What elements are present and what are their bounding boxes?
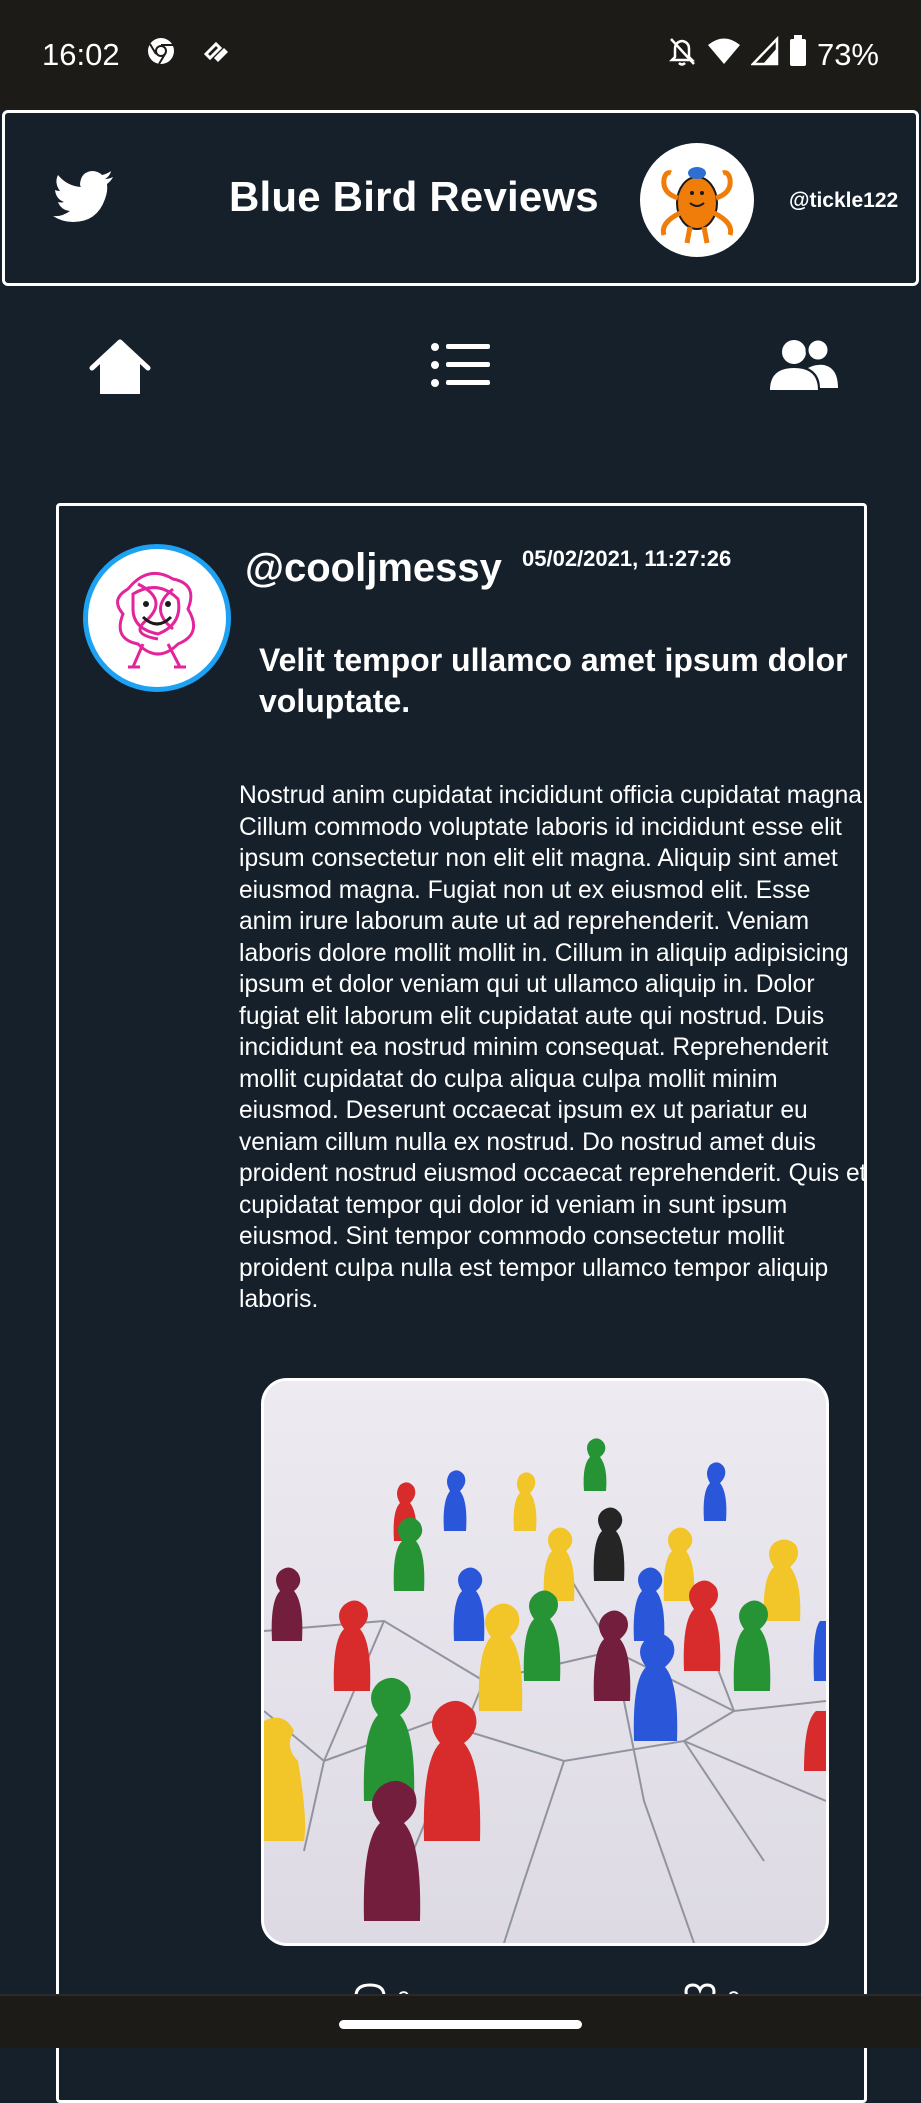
- system-navigation-bar: [0, 1994, 921, 2048]
- notifications-off-icon: [667, 35, 697, 75]
- post-timestamp: 05/02/2021, 11:27:26: [522, 546, 732, 571]
- battery-percent: 73%: [816, 37, 879, 72]
- list-icon[interactable]: [430, 342, 492, 393]
- post-author[interactable]: @cooljmessy: [245, 546, 502, 591]
- author-avatar[interactable]: [83, 544, 231, 692]
- app-notification-icon: [202, 36, 232, 74]
- app-title: Blue Bird Reviews: [229, 173, 599, 220]
- status-bar: 16:02 73%: [0, 0, 921, 110]
- friends-icon[interactable]: [768, 337, 838, 397]
- battery-icon: [789, 35, 807, 75]
- post-card[interactable]: @cooljmessy 05/02/2021, 11:27:26 Velit t…: [56, 503, 869, 2103]
- post-title: Velit tempor ullamco amet ipsum dolor vo…: [259, 642, 848, 719]
- post-image[interactable]: [261, 1378, 829, 1946]
- home-icon[interactable]: [88, 338, 152, 401]
- twitter-bird-icon[interactable]: [53, 171, 115, 228]
- status-time: 16:02: [42, 37, 120, 72]
- wifi-icon: [707, 36, 741, 74]
- user-handle[interactable]: @tickle122: [789, 189, 898, 213]
- user-avatar[interactable]: [640, 143, 754, 257]
- app-header: Blue Bird Reviews @tickle122: [2, 110, 919, 286]
- signal-icon: [750, 35, 779, 74]
- chrome-icon: [146, 36, 176, 74]
- home-gesture-handle[interactable]: [339, 2020, 582, 2029]
- post-body: Nostrud anim cupidatat incididunt offici…: [239, 782, 869, 1313]
